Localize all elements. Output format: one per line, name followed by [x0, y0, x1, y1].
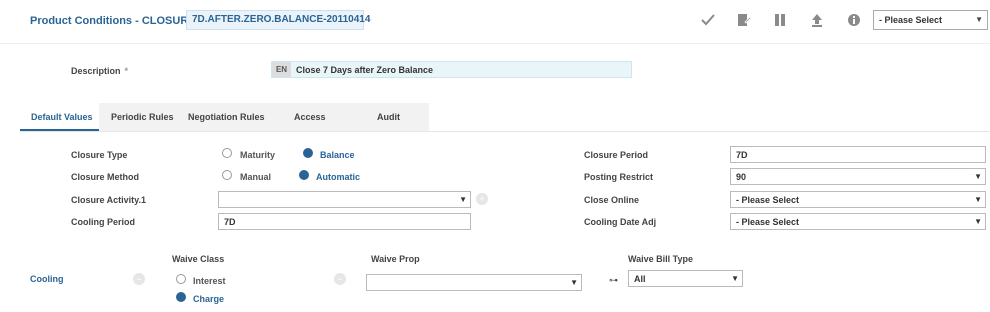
closure-method-automatic-label: Automatic: [316, 172, 361, 182]
cooling-period-input[interactable]: 7D: [218, 213, 471, 230]
chevron-down-icon: ▼: [731, 274, 739, 283]
info-icon[interactable]: [846, 12, 862, 28]
description-value: Close 7 Days after Zero Balance: [296, 65, 434, 75]
language-badge: EN: [272, 62, 291, 77]
remove-icon[interactable]: −: [334, 273, 346, 285]
closure-type-balance-label: Balance: [320, 150, 355, 160]
waive-class-interest-radio[interactable]: [176, 274, 186, 284]
closure-period-input[interactable]: 7D: [730, 146, 986, 163]
page-title: Product Conditions - CLOSURE: [30, 15, 196, 27]
closure-activity-label: Closure Activity.1: [71, 195, 147, 205]
cooling-period-value: 7D: [224, 217, 236, 227]
cooling-period-label: Cooling Period: [71, 217, 135, 227]
cooling-section-label: Cooling: [30, 274, 64, 284]
closure-method-manual-label: Manual: [240, 172, 272, 182]
header-bar: Product Conditions - CLOSURE 7D.AFTER.ZE…: [0, 0, 990, 44]
waive-prop-label: Waive Prop: [371, 254, 420, 264]
closure-method-automatic-radio[interactable]: [299, 170, 309, 180]
closure-period-value: 7D: [736, 150, 748, 160]
cooling-date-adj-select[interactable]: - Please Select ▼: [730, 213, 986, 230]
waive-prop-select[interactable]: ▼: [366, 274, 582, 291]
link-icon[interactable]: ⊶: [609, 275, 618, 286]
waive-bill-type-select[interactable]: All ▼: [628, 270, 743, 287]
closure-type-maturity-radio[interactable]: [222, 148, 232, 158]
edit-icon[interactable]: [736, 12, 752, 28]
chevron-down-icon: ▼: [459, 195, 467, 204]
chevron-down-icon: ▼: [974, 195, 982, 204]
chevron-down-icon: ▼: [975, 15, 983, 24]
description-label: Description *: [71, 66, 128, 76]
tab-periodic-rules[interactable]: Periodic Rules: [111, 103, 174, 131]
tab-bar: Default Values Periodic Rules Negotiatio…: [20, 103, 429, 131]
tab-negotiation-rules[interactable]: Negotiation Rules: [188, 103, 265, 131]
tab-default-values[interactable]: Default Values: [20, 103, 99, 131]
pause-icon[interactable]: [772, 12, 788, 28]
chevron-down-icon: ▼: [974, 172, 982, 181]
tab-audit[interactable]: Audit: [377, 103, 400, 131]
record-id: 7D.AFTER.ZERO.BALANCE-20110414: [186, 10, 370, 30]
header-select-value: - Please Select: [879, 15, 943, 25]
upload-icon[interactable]: [809, 12, 825, 28]
posting-restrict-value: 90: [736, 172, 747, 182]
closure-method-label: Closure Method: [71, 172, 140, 182]
posting-restrict-select[interactable]: 90 ▼: [730, 168, 986, 185]
chevron-down-icon: ▼: [570, 278, 578, 287]
waive-class-label: Waive Class: [172, 254, 225, 264]
close-online-label: Close Online: [584, 195, 640, 205]
description-field[interactable]: EN Close 7 Days after Zero Balance: [271, 61, 632, 78]
closure-activity-select[interactable]: ▼: [218, 191, 471, 208]
tab-access[interactable]: Access: [294, 103, 326, 131]
close-online-value: - Please Select: [736, 195, 800, 205]
closure-method-manual-radio[interactable]: [222, 170, 232, 180]
closure-type-maturity-label: Maturity: [240, 150, 276, 160]
required-mark: *: [124, 66, 129, 76]
closure-type-balance-radio[interactable]: [303, 148, 313, 158]
closure-period-label: Closure Period: [584, 150, 649, 160]
waive-bill-type-label: Waive Bill Type: [628, 254, 694, 264]
tab-divider: [20, 131, 990, 132]
closure-type-label: Closure Type: [71, 150, 128, 160]
cooling-date-adj-label: Cooling Date Adj: [584, 217, 657, 227]
waive-class-interest-label: Interest: [193, 276, 226, 286]
waive-class-charge-label: Charge: [193, 294, 225, 304]
cooling-date-adj-value: - Please Select: [736, 217, 800, 227]
posting-restrict-label: Posting Restrict: [584, 172, 654, 182]
add-icon[interactable]: +: [476, 193, 488, 205]
chevron-down-icon: ▼: [974, 217, 982, 226]
description-label-text: Description: [71, 66, 121, 76]
remove-icon[interactable]: −: [133, 273, 145, 285]
header-select[interactable]: - Please Select ▼: [873, 10, 988, 30]
waive-bill-type-value: All: [634, 274, 646, 284]
waive-class-charge-radio[interactable]: [176, 292, 186, 302]
close-online-select[interactable]: - Please Select ▼: [730, 191, 986, 208]
check-icon[interactable]: [700, 12, 716, 28]
